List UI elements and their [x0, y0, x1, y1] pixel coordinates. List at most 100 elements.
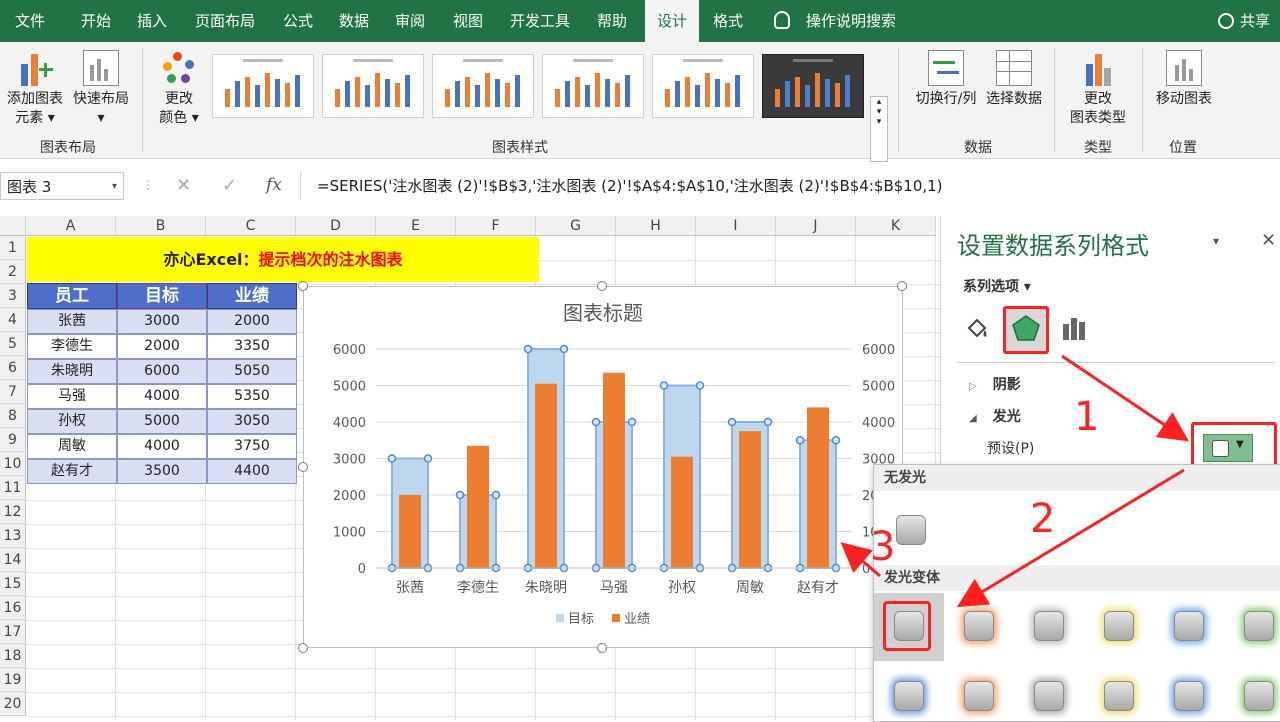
glow-option[interactable]: [1104, 611, 1134, 641]
resize-handle-tl[interactable]: [298, 281, 308, 291]
header-employee[interactable]: 员工: [27, 283, 117, 309]
glow-option[interactable]: [1244, 681, 1274, 711]
switch-row-column-button[interactable]: 切换行/列: [910, 50, 982, 109]
table-cell[interactable]: 3000: [117, 309, 207, 334]
table-cell[interactable]: 孙权: [27, 409, 117, 434]
shadow-section[interactable]: ▷ 阴影: [969, 374, 1021, 394]
row-header[interactable]: 2: [0, 260, 26, 284]
tab-developer[interactable]: 开发工具: [502, 0, 578, 42]
header-target[interactable]: 目标: [117, 283, 207, 309]
row-header[interactable]: 7: [0, 380, 26, 404]
glow-option[interactable]: [1174, 681, 1204, 711]
tell-me-search[interactable]: 操作说明搜索: [806, 0, 896, 42]
glow-option[interactable]: [964, 611, 994, 641]
row-header[interactable]: 16: [0, 596, 26, 620]
table-cell[interactable]: 3050: [207, 409, 297, 434]
table-cell[interactable]: 4400: [207, 459, 297, 484]
row-header[interactable]: 5: [0, 332, 26, 356]
column-header[interactable]: I: [696, 216, 776, 236]
column-header[interactable]: E: [376, 216, 456, 236]
glow-section[interactable]: ◢ 发光: [969, 406, 1021, 426]
column-header[interactable]: G: [536, 216, 616, 236]
header-performance[interactable]: 业绩: [207, 283, 297, 309]
glow-option[interactable]: [1034, 611, 1064, 641]
table-cell[interactable]: 2000: [207, 309, 297, 334]
series-options-dropdown[interactable]: 系列选项 ▾: [963, 276, 1031, 296]
table-cell[interactable]: 3750: [207, 434, 297, 459]
select-data-button[interactable]: 选择数据: [980, 50, 1048, 109]
share-button[interactable]: 共享: [1240, 0, 1270, 42]
tab-format[interactable]: 格式: [702, 0, 754, 42]
chart-style-3[interactable]: [432, 54, 534, 118]
resize-handle-l[interactable]: [298, 462, 308, 472]
table-cell[interactable]: 4000: [117, 434, 207, 459]
name-box[interactable]: 图表 3 ▾: [0, 172, 124, 200]
table-cell[interactable]: 3500: [117, 459, 207, 484]
row-header[interactable]: 14: [0, 548, 26, 572]
column-header[interactable]: H: [616, 216, 696, 236]
table-cell[interactable]: 6000: [117, 359, 207, 384]
row-header[interactable]: 15: [0, 572, 26, 596]
cancel-icon[interactable]: ✕: [176, 175, 191, 196]
column-header[interactable]: A: [26, 216, 116, 236]
row-header[interactable]: 19: [0, 668, 26, 692]
table-cell[interactable]: 5000: [117, 409, 207, 434]
table-cell[interactable]: 朱晓明: [27, 359, 117, 384]
resize-handle-bl[interactable]: [298, 643, 308, 653]
row-header[interactable]: 10: [0, 452, 26, 476]
row-header[interactable]: 6: [0, 356, 26, 380]
tab-formulas[interactable]: 公式: [272, 0, 324, 42]
chevron-down-icon[interactable]: ▾: [112, 173, 117, 201]
resize-handle-t[interactable]: [597, 281, 607, 291]
confirm-icon[interactable]: ✓: [222, 175, 237, 196]
styles-gallery-scroll[interactable]: ▴ ▾ ▾: [870, 96, 888, 162]
column-header[interactable]: K: [856, 216, 936, 236]
table-cell[interactable]: 周敏: [27, 434, 117, 459]
row-header[interactable]: 11: [0, 476, 26, 500]
chart-style-2[interactable]: [322, 54, 424, 118]
move-chart-button[interactable]: 移动图表: [1150, 50, 1218, 109]
tab-insert[interactable]: 插入: [126, 0, 178, 42]
formula-input[interactable]: =SERIES('注水图表 (2)'!$B$3,'注水图表 (2)'!$A$4:…: [300, 172, 1280, 200]
tab-file[interactable]: 文件: [4, 0, 56, 42]
column-header[interactable]: F: [456, 216, 536, 236]
table-cell[interactable]: 3350: [207, 334, 297, 359]
row-header[interactable]: 20: [0, 692, 26, 716]
row-header[interactable]: 17: [0, 620, 26, 644]
glow-option[interactable]: [1104, 681, 1134, 711]
table-cell[interactable]: 马强: [27, 384, 117, 409]
glow-option[interactable]: [1244, 611, 1274, 641]
tab-page-layout[interactable]: 页面布局: [186, 0, 264, 42]
resize-handle-tr[interactable]: [897, 281, 907, 291]
table-cell[interactable]: 张茜: [27, 309, 117, 334]
tab-home[interactable]: 开始: [70, 0, 122, 42]
water-fill-chart[interactable]: 图表标题001000100020002000300030004000400050…: [304, 287, 902, 647]
table-cell[interactable]: 5350: [207, 384, 297, 409]
quick-layout-button[interactable]: 快速布局 ▾: [68, 50, 134, 128]
column-header[interactable]: B: [116, 216, 206, 236]
row-header[interactable]: 4: [0, 308, 26, 332]
pane-options-chevron-icon[interactable]: ▾: [1213, 234, 1219, 248]
chart-style-5[interactable]: [652, 54, 754, 118]
tab-view[interactable]: 视图: [442, 0, 494, 42]
glow-option[interactable]: [1034, 681, 1064, 711]
table-cell[interactable]: 赵有才: [27, 459, 117, 484]
column-header[interactable]: J: [776, 216, 856, 236]
row-header[interactable]: 1: [0, 236, 26, 260]
chart-style-1[interactable]: [212, 54, 314, 118]
tab-review[interactable]: 审阅: [384, 0, 436, 42]
row-header[interactable]: 3: [0, 284, 26, 308]
change-chart-type-button[interactable]: 更改 图表类型: [1062, 50, 1134, 128]
row-header[interactable]: 12: [0, 500, 26, 524]
tab-help[interactable]: 帮助: [586, 0, 638, 42]
table-cell[interactable]: 5050: [207, 359, 297, 384]
row-header[interactable]: 8: [0, 404, 26, 428]
select-all-corner[interactable]: [0, 216, 26, 236]
column-header[interactable]: D: [296, 216, 376, 236]
row-header[interactable]: 18: [0, 644, 26, 668]
chart-object[interactable]: 图表标题001000100020002000300030004000400050…: [303, 286, 903, 648]
fill-line-icon[interactable]: [963, 314, 993, 344]
preset-dropdown[interactable]: ▼: [1203, 434, 1253, 462]
effects-tab[interactable]: [1003, 306, 1049, 354]
series-options-bars-icon[interactable]: [1059, 314, 1089, 344]
